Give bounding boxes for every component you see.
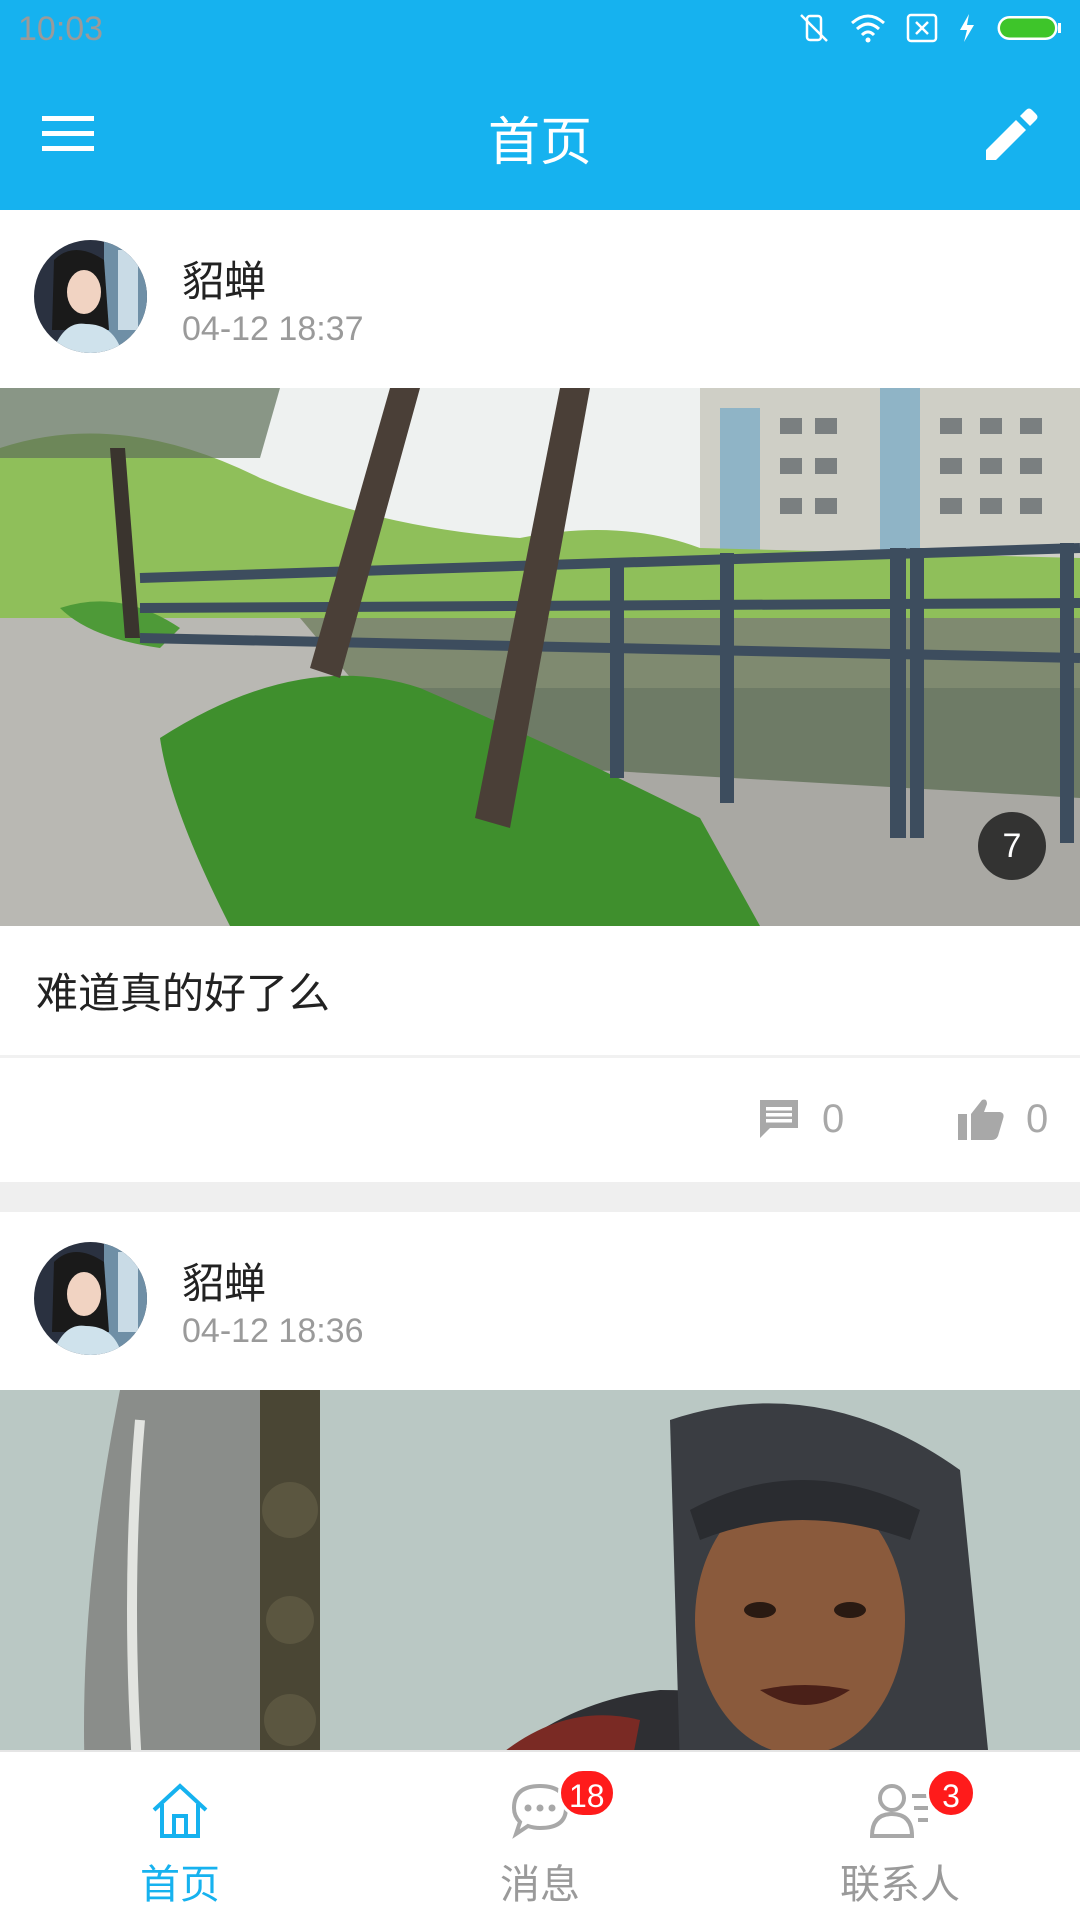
comment-count: 0 <box>822 1096 845 1141</box>
post-feed[interactable]: 貂蝉 04-12 18:37 7 难道真的好了么 0 0 貂蝉 04-12 18… <box>0 210 1080 1750</box>
home-icon <box>152 1783 208 1838</box>
tab-home[interactable]: 首页 <box>0 1752 360 1920</box>
messages-badge: 18 <box>558 1768 616 1818</box>
post-time: 04-12 18:36 <box>182 1312 364 1350</box>
contacts-badge: 3 <box>926 1768 976 1818</box>
app-bar: 首页 <box>0 60 1080 210</box>
wifi-icon <box>851 14 885 43</box>
post-card[interactable]: 貂蝉 04-12 18:36 <box>0 1212 1080 1750</box>
bottom-nav: 首页 18 消息 3 联系人 <box>0 1750 1080 1920</box>
charging-icon <box>960 14 974 42</box>
tab-contacts-label: 联系人 <box>840 1862 960 1908</box>
tab-contacts[interactable]: 3 联系人 <box>720 1752 1080 1920</box>
post-header: 貂蝉 04-12 18:36 <box>0 1212 1080 1390</box>
warrior-photo <box>0 1390 1080 1750</box>
like-button[interactable]: 0 <box>956 1096 1048 1142</box>
author-name[interactable]: 貂蝉 <box>182 248 266 309</box>
post-time: 04-12 18:37 <box>182 310 364 348</box>
comment-button[interactable]: 0 <box>756 1096 844 1142</box>
avatar[interactable] <box>34 240 147 353</box>
edit-icon[interactable] <box>978 102 1042 166</box>
thumbs-up-icon <box>958 1099 1004 1140</box>
tab-messages-label: 消息 <box>500 1862 580 1908</box>
post-caption: 难道真的好了么 <box>0 926 1080 1058</box>
image-count-badge: 7 <box>978 812 1046 880</box>
post-card[interactable]: 貂蝉 04-12 18:37 7 难道真的好了么 0 0 <box>0 210 1080 1182</box>
page-title: 首页 <box>487 113 592 173</box>
post-actions: 0 0 <box>0 1058 1080 1182</box>
like-count: 0 <box>1026 1096 1049 1141</box>
battery-icon <box>997 16 1061 40</box>
status-bar: 10:03 <box>0 0 1080 60</box>
contacts-icon <box>869 1784 928 1838</box>
comment-icon <box>760 1100 798 1138</box>
post-image[interactable] <box>0 1390 1080 1750</box>
status-icons <box>798 12 1062 44</box>
tab-home-label: 首页 <box>140 1862 220 1908</box>
no-sim-icon <box>906 13 938 43</box>
post-header: 貂蝉 04-12 18:37 <box>0 210 1080 388</box>
author-name[interactable]: 貂蝉 <box>182 1250 266 1311</box>
vibrate-off-icon <box>800 14 828 42</box>
top-bar: 10:03 首页 <box>0 0 1080 210</box>
riverside-photo <box>0 388 1080 926</box>
post-image[interactable]: 7 <box>0 388 1080 926</box>
tab-messages[interactable]: 18 消息 <box>360 1752 720 1920</box>
avatar[interactable] <box>34 1242 147 1355</box>
status-time: 10:03 <box>18 10 104 48</box>
